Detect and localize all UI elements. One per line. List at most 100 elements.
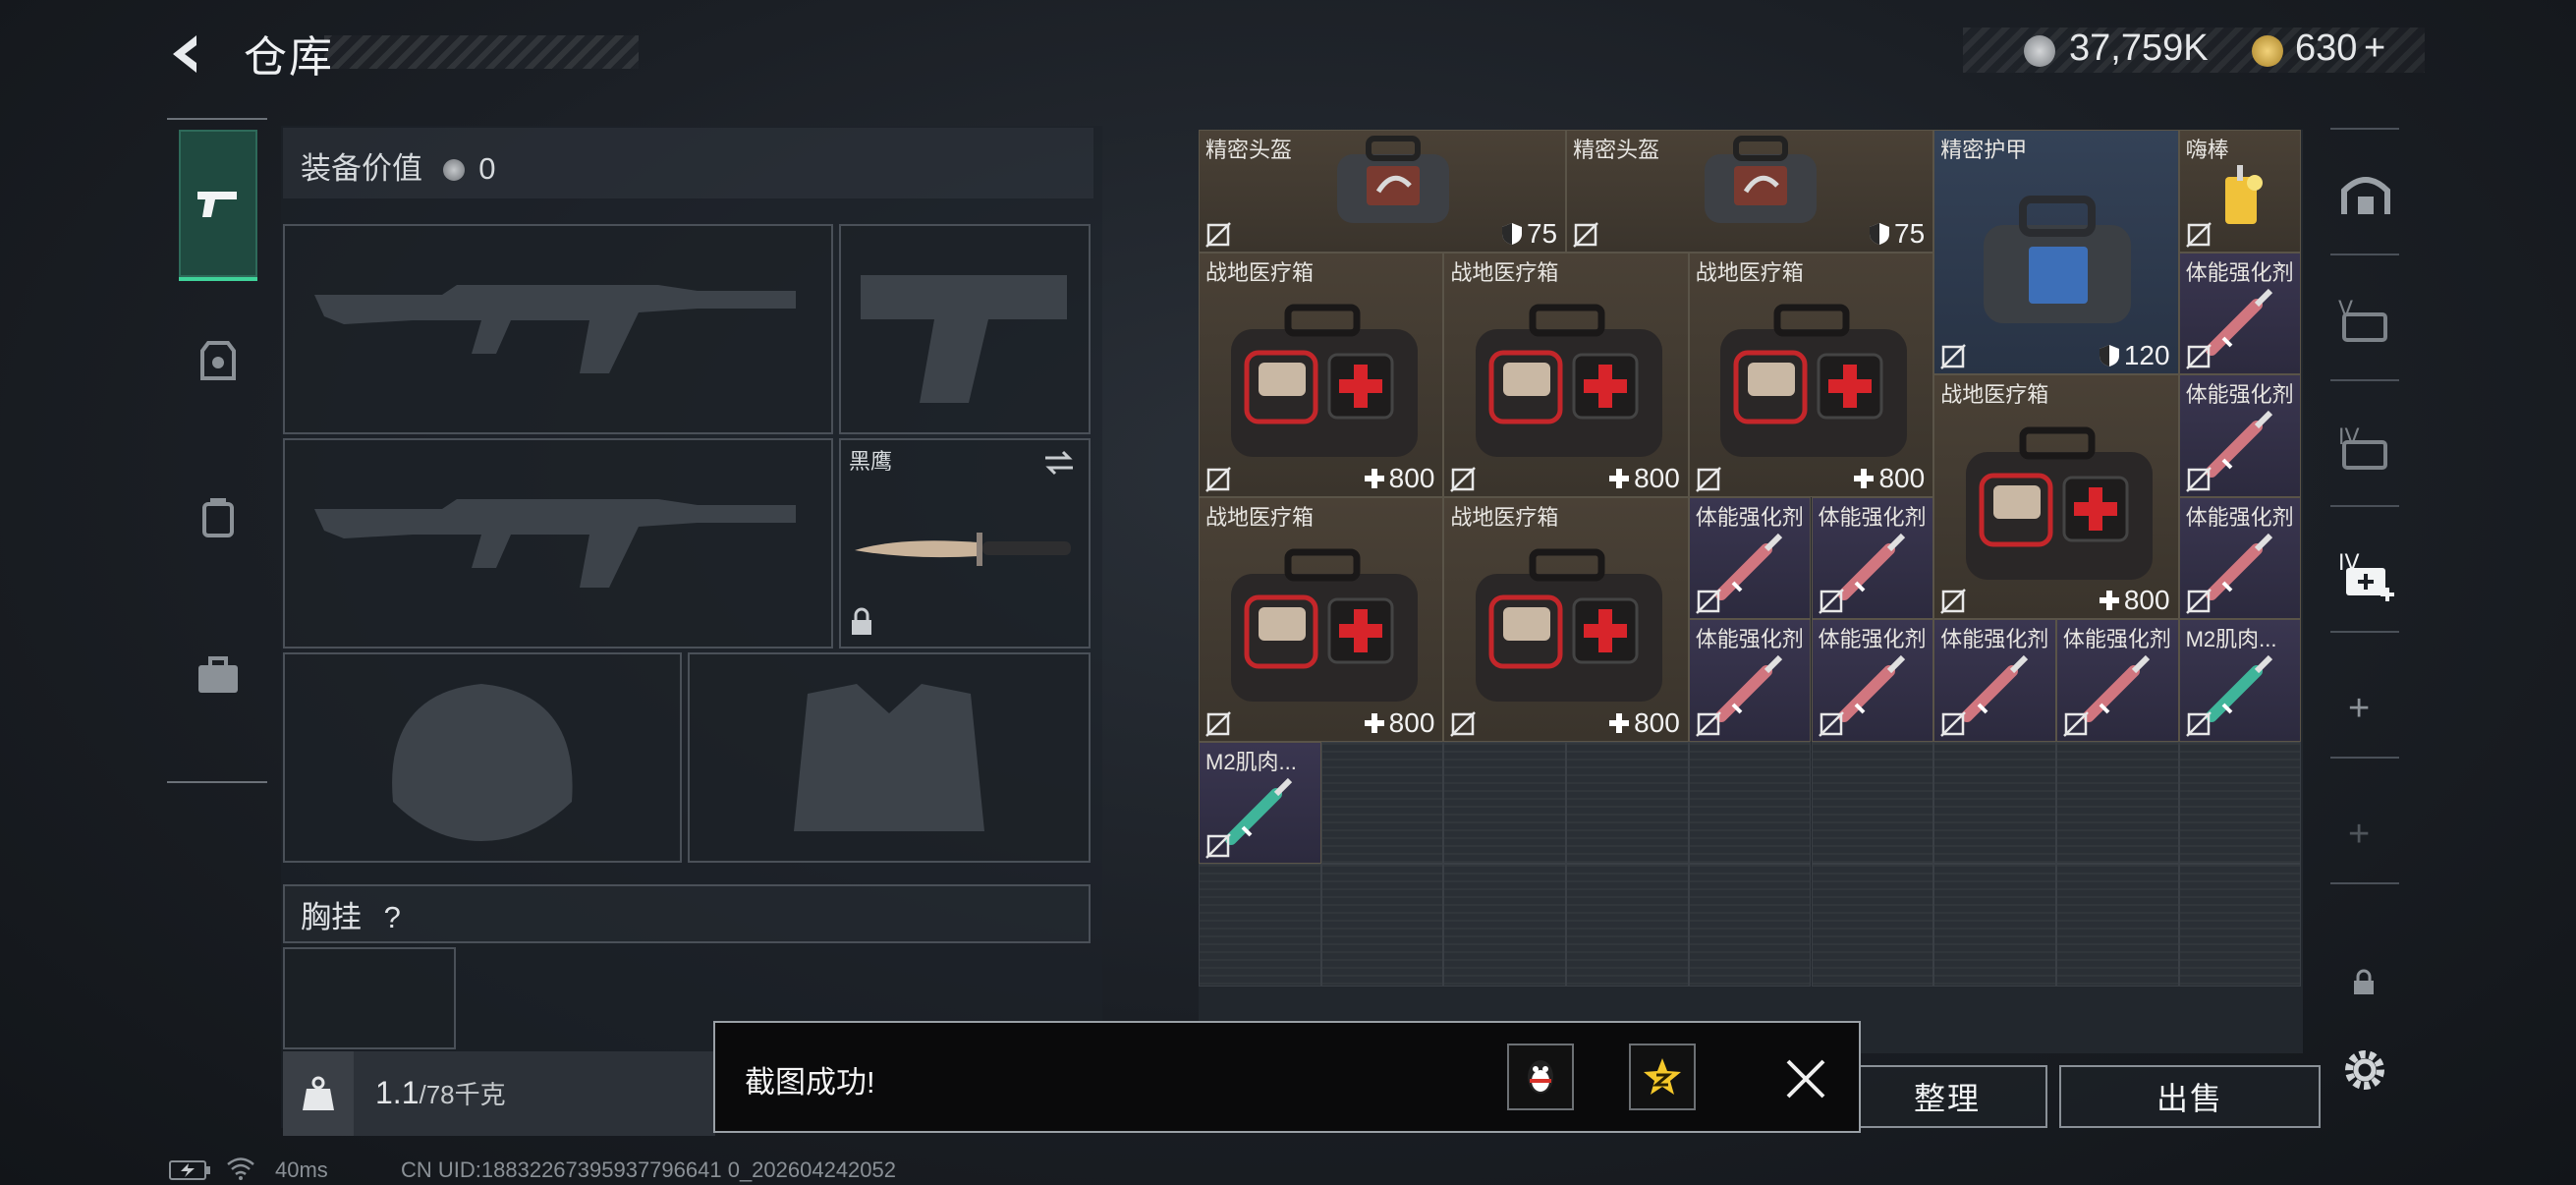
inventory-item[interactable]: 精密头盔 75 (1199, 130, 1567, 253)
secondary-weapon-slot[interactable] (283, 438, 833, 649)
coin-icon (442, 159, 465, 181)
vest-silhouette-icon (794, 684, 984, 831)
no-drop-icon (1695, 589, 1721, 614)
inventory-item[interactable]: 战地医疗箱 800 (1443, 496, 1689, 742)
coin-gold-icon (2252, 35, 2283, 67)
storage-iv-icon[interactable]: IV (2336, 423, 2395, 474)
melee-slot[interactable]: 黑鹰 (839, 438, 1091, 649)
m2-syringe-icon (1225, 777, 1293, 845)
empty-cell[interactable] (1320, 864, 1444, 987)
helmet-slot[interactable] (283, 652, 682, 863)
empty-cell[interactable] (2178, 864, 2302, 987)
helmet-vest-icon (200, 341, 236, 380)
add-currency-button[interactable]: + (2364, 28, 2385, 70)
empty-cell[interactable] (1811, 864, 1934, 987)
inventory-item[interactable]: 体能强化剂 (1688, 619, 1812, 742)
empty-cell[interactable] (1688, 864, 1812, 987)
sell-button[interactable]: 出售 (2059, 1065, 2321, 1128)
item-value: 800 (1608, 707, 1680, 739)
inventory-item[interactable]: 体能强化剂 (2178, 496, 2302, 619)
share-qzone-button[interactable] (1629, 1044, 1696, 1110)
inventory-item[interactable]: 精密护甲 120 (1933, 130, 2179, 374)
empty-cell[interactable] (1320, 741, 1444, 864)
first-aid-kit-icon (1230, 304, 1418, 457)
inventory-grid: 精密头盔 75 精密头盔 75 精密护甲 120 嗨棒 战地医疗箱 800 战地医疗箱 800 战地医… (1199, 130, 2303, 1053)
item-name: 战地医疗箱 (1205, 259, 1315, 285)
inventory-item[interactable]: 体能强化剂 (2055, 619, 2179, 742)
item-value-number: 120 (2123, 340, 2170, 370)
first-aid-kit-icon (1720, 304, 1908, 457)
inventory-item[interactable]: M2肌肉... (1199, 741, 1321, 864)
inventory-item[interactable]: 体能强化剂 (2178, 374, 2302, 497)
empty-cell[interactable] (1566, 741, 1689, 864)
heal-plus-icon (1364, 712, 1384, 733)
lock-icon (852, 607, 871, 635)
no-drop-icon (1940, 589, 1967, 614)
swap-icon[interactable] (1041, 448, 1077, 478)
add-storage-icon[interactable]: + (2348, 688, 2370, 730)
empty-cell[interactable] (1933, 741, 2056, 864)
item-value: 120 (2099, 340, 2170, 371)
no-drop-icon (1205, 710, 1231, 737)
back-arrow-icon[interactable] (165, 29, 214, 79)
no-drop-icon (1695, 466, 1721, 492)
syringe-icon (1837, 533, 1905, 600)
durability-shield-icon (1870, 222, 1890, 245)
pistol-slot[interactable] (839, 224, 1091, 434)
armor-slot[interactable] (688, 652, 1091, 863)
tab-case[interactable] (179, 601, 257, 749)
item-value-number: 800 (1388, 706, 1435, 738)
inventory-item[interactable]: 战地医疗箱 800 (1199, 496, 1444, 742)
empty-cell[interactable] (2055, 864, 2179, 987)
sort-button[interactable]: 整理 (1847, 1065, 2047, 1128)
inventory-item[interactable]: 战地医疗箱 800 (1688, 252, 1934, 497)
briefcase-icon (198, 656, 238, 693)
inventory-item[interactable]: 战地医疗箱 800 (1443, 252, 1689, 497)
inventory-item[interactable]: 战地医疗箱 800 (1199, 252, 1444, 497)
weight-icon (303, 1076, 334, 1110)
item-name: 精密头盔 (1205, 138, 1293, 162)
no-drop-icon (1940, 710, 1967, 737)
empty-cell[interactable] (1566, 864, 1689, 987)
wifi-icon (227, 1157, 254, 1180)
empty-cell[interactable] (2178, 741, 2302, 864)
empty-cell[interactable] (1811, 741, 1934, 864)
inventory-item[interactable]: M2肌肉... (2178, 619, 2302, 742)
storage-home-icon[interactable] (2338, 167, 2393, 222)
inventory-item[interactable]: 体能强化剂 (1811, 619, 1934, 742)
empty-cell[interactable] (1443, 741, 1567, 864)
inventory-item[interactable]: 战地医疗箱 800 (1933, 374, 2179, 619)
inventory-item[interactable]: 精密头盔 75 (1566, 130, 1934, 253)
inventory-item[interactable]: 体能强化剂 (1811, 496, 1934, 619)
storage-iv-medical-icon[interactable]: IV (2336, 548, 2397, 603)
heal-plus-icon (1609, 468, 1630, 488)
heal-plus-icon (1854, 468, 1875, 488)
close-icon[interactable] (1784, 1057, 1827, 1100)
syringe-icon (2205, 533, 2273, 600)
empty-cell[interactable] (2055, 741, 2179, 864)
tab-weapons[interactable] (179, 130, 257, 281)
help-icon[interactable]: ? (384, 900, 401, 934)
rifle-silhouette-icon (314, 499, 796, 588)
currency-silver-value: 37,759K (2069, 28, 2209, 69)
backpack-icon (202, 498, 234, 537)
empty-cell[interactable] (1443, 864, 1567, 987)
inventory-item[interactable]: 体能强化剂 (2178, 252, 2302, 374)
inventory-item[interactable]: 体能强化剂 (1688, 496, 1812, 619)
primary-weapon-slot[interactable] (283, 224, 833, 434)
tab-backpack[interactable] (179, 444, 257, 592)
inventory-item[interactable]: 体能强化剂 (1933, 619, 2056, 742)
syringe-icon (2083, 655, 2151, 723)
no-drop-icon (1450, 466, 1477, 492)
empty-cell[interactable] (1688, 741, 1812, 864)
empty-cell[interactable] (1933, 864, 2056, 987)
syringe-icon (1837, 655, 1905, 723)
chest-rig-slot[interactable] (283, 947, 456, 1049)
empty-cell[interactable] (1199, 864, 1321, 987)
settings-gear-icon[interactable] (2340, 1045, 2389, 1095)
tab-armor[interactable] (179, 287, 257, 434)
inventory-item[interactable]: 嗨棒 (2178, 130, 2302, 253)
heal-plus-icon (1364, 468, 1384, 488)
storage-v-icon[interactable]: V (2336, 295, 2395, 346)
share-qq-button[interactable] (1507, 1044, 1574, 1110)
